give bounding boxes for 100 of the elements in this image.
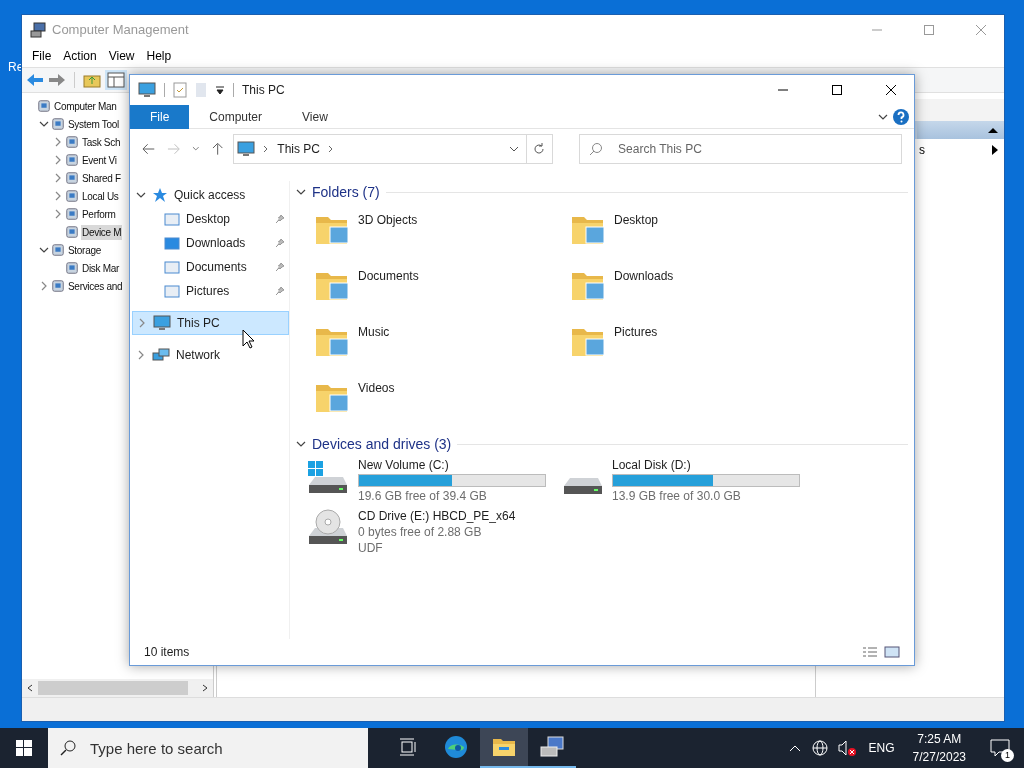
- search-icon: [589, 142, 604, 156]
- close-icon: [976, 25, 986, 35]
- refresh-button[interactable]: [526, 134, 554, 164]
- tree-item[interactable]: Device M: [81, 224, 123, 240]
- taskbar-app-button[interactable]: [480, 728, 528, 768]
- breadcrumb-item[interactable]: This PC: [277, 140, 320, 158]
- nav-item[interactable]: Pictures: [132, 279, 289, 303]
- snap-in-icon: [51, 279, 65, 293]
- task-view-icon: [398, 738, 418, 756]
- snap-in-icon: [65, 261, 79, 275]
- search-icon: [60, 740, 76, 756]
- snap-in-icon: [65, 153, 79, 167]
- nav-item[interactable]: Documents: [132, 255, 289, 279]
- snap-in-icon: [65, 225, 79, 239]
- nav-item[interactable]: Downloads: [132, 231, 289, 255]
- computer-management-icon: [539, 735, 565, 759]
- tree-item[interactable]: Computer Man: [53, 98, 118, 114]
- tree-item[interactable]: System Tool: [67, 116, 120, 132]
- scroll-right-icon[interactable]: [201, 684, 209, 692]
- notification-button[interactable]: 1: [976, 728, 1024, 768]
- snap-in-icon: [65, 135, 79, 149]
- tree-item[interactable]: Task Sch: [81, 134, 122, 150]
- collapse-up-icon[interactable]: [988, 127, 998, 133]
- snap-in-icon: [65, 171, 79, 185]
- address-dropdown-icon[interactable]: [508, 145, 519, 153]
- folder-item[interactable]: Videos: [312, 375, 568, 431]
- network-icon: [152, 347, 170, 363]
- tree-item[interactable]: Storage: [67, 242, 102, 258]
- search-field[interactable]: Search This PC: [579, 134, 902, 164]
- nav-item[interactable]: Desktop: [132, 207, 289, 231]
- folder-item[interactable]: Desktop: [568, 207, 824, 263]
- folder-item[interactable]: Pictures: [568, 319, 824, 375]
- folder-item[interactable]: Music: [312, 319, 568, 375]
- mouse-cursor-icon: [242, 329, 256, 349]
- up-folder-icon[interactable]: [83, 72, 101, 88]
- drive-item[interactable]: CD Drive (E:) HBCD_PE_x64 0 bytes free of 2.88 GB UDF: [306, 508, 560, 556]
- snap-in-icon: [51, 243, 65, 257]
- menu-item[interactable]: File: [26, 47, 58, 65]
- tree-item[interactable]: Event Vi: [81, 152, 118, 168]
- console-tree-icon[interactable]: [105, 70, 127, 90]
- forward-arrow-icon[interactable]: [48, 73, 66, 87]
- window-title: Computer Management: [52, 21, 189, 40]
- group-header[interactable]: Folders (7): [312, 181, 380, 203]
- large-icons-view-icon[interactable]: [884, 646, 900, 658]
- status-text: 10 items: [144, 644, 190, 661]
- group-header[interactable]: Devices and drives (3): [312, 433, 452, 455]
- drive-item[interactable]: New Volume (C:) 19.6 GB free of 39.4 GB: [306, 457, 560, 504]
- computer-icon: [138, 82, 156, 98]
- folder-item[interactable]: Documents: [312, 263, 568, 319]
- muted-speaker-icon[interactable]: [836, 739, 857, 757]
- dropdown-icon[interactable]: [215, 85, 225, 95]
- snap-in-icon: [65, 189, 79, 203]
- maximize-icon: [832, 85, 842, 95]
- nav-item[interactable]: Quick access: [132, 183, 289, 207]
- folder-item[interactable]: Downloads: [568, 263, 824, 319]
- snap-in-icon: [51, 117, 65, 131]
- folder-item[interactable]: 3D Objects: [312, 207, 568, 263]
- pin-icon: [275, 238, 285, 248]
- details-view-icon[interactable]: [862, 646, 878, 658]
- snap-in-icon: [65, 207, 79, 221]
- properties-icon[interactable]: [173, 82, 187, 98]
- nav-item[interactable]: This PC: [132, 311, 289, 335]
- ribbon-tab[interactable]: File: [130, 104, 190, 129]
- windows-logo-icon: [16, 740, 32, 756]
- address-bar[interactable]: This PC: [233, 134, 527, 164]
- pin-icon: [275, 262, 285, 272]
- tree-item[interactable]: Services and: [67, 278, 124, 294]
- menu-item[interactable]: Action: [57, 47, 103, 65]
- tree-item[interactable]: Shared F: [81, 170, 122, 186]
- notification-icon: [990, 739, 1010, 757]
- tree-item[interactable]: Local Us: [81, 188, 120, 204]
- nav-item[interactable]: Network: [132, 343, 289, 367]
- show-hidden-icons-icon[interactable]: [788, 744, 801, 752]
- snap-in-icon: [37, 99, 51, 113]
- browser-icon: [444, 735, 468, 759]
- taskbar-search-field[interactable]: Type here to search: [48, 728, 368, 768]
- language-indicator[interactable]: ENG: [868, 739, 895, 757]
- scroll-left-icon[interactable]: [26, 684, 34, 692]
- back-arrow-icon[interactable]: [142, 143, 156, 155]
- tree-item[interactable]: Disk Mar: [81, 260, 121, 276]
- computer-icon: [237, 141, 256, 157]
- hard-drive-icon: [564, 478, 602, 494]
- network-globe-icon[interactable]: [810, 739, 829, 757]
- help-icon[interactable]: [892, 107, 910, 126]
- refresh-icon: [533, 143, 546, 155]
- menu-item[interactable]: View: [102, 47, 141, 65]
- back-arrow-icon[interactable]: [26, 73, 44, 87]
- pane-entry[interactable]: s: [919, 141, 992, 159]
- ribbon-tab[interactable]: View: [282, 104, 348, 129]
- pin-icon: [275, 214, 285, 224]
- drive-item[interactable]: Local Disk (D:) 13.9 GB free of 30.0 GB: [560, 457, 814, 504]
- up-arrow-icon[interactable]: [212, 142, 224, 156]
- tree-item[interactable]: Perform: [81, 206, 117, 222]
- computer-management-icon: [30, 22, 46, 38]
- pin-icon: [275, 286, 285, 296]
- clock[interactable]: 7:25 AM 7/27/2023: [902, 730, 976, 766]
- ribbon-tab[interactable]: Computer: [189, 104, 283, 129]
- scrollbar-thumb[interactable]: [38, 681, 188, 695]
- menu-item[interactable]: Help: [140, 47, 178, 65]
- recent-dropdown-icon[interactable]: [192, 146, 200, 152]
